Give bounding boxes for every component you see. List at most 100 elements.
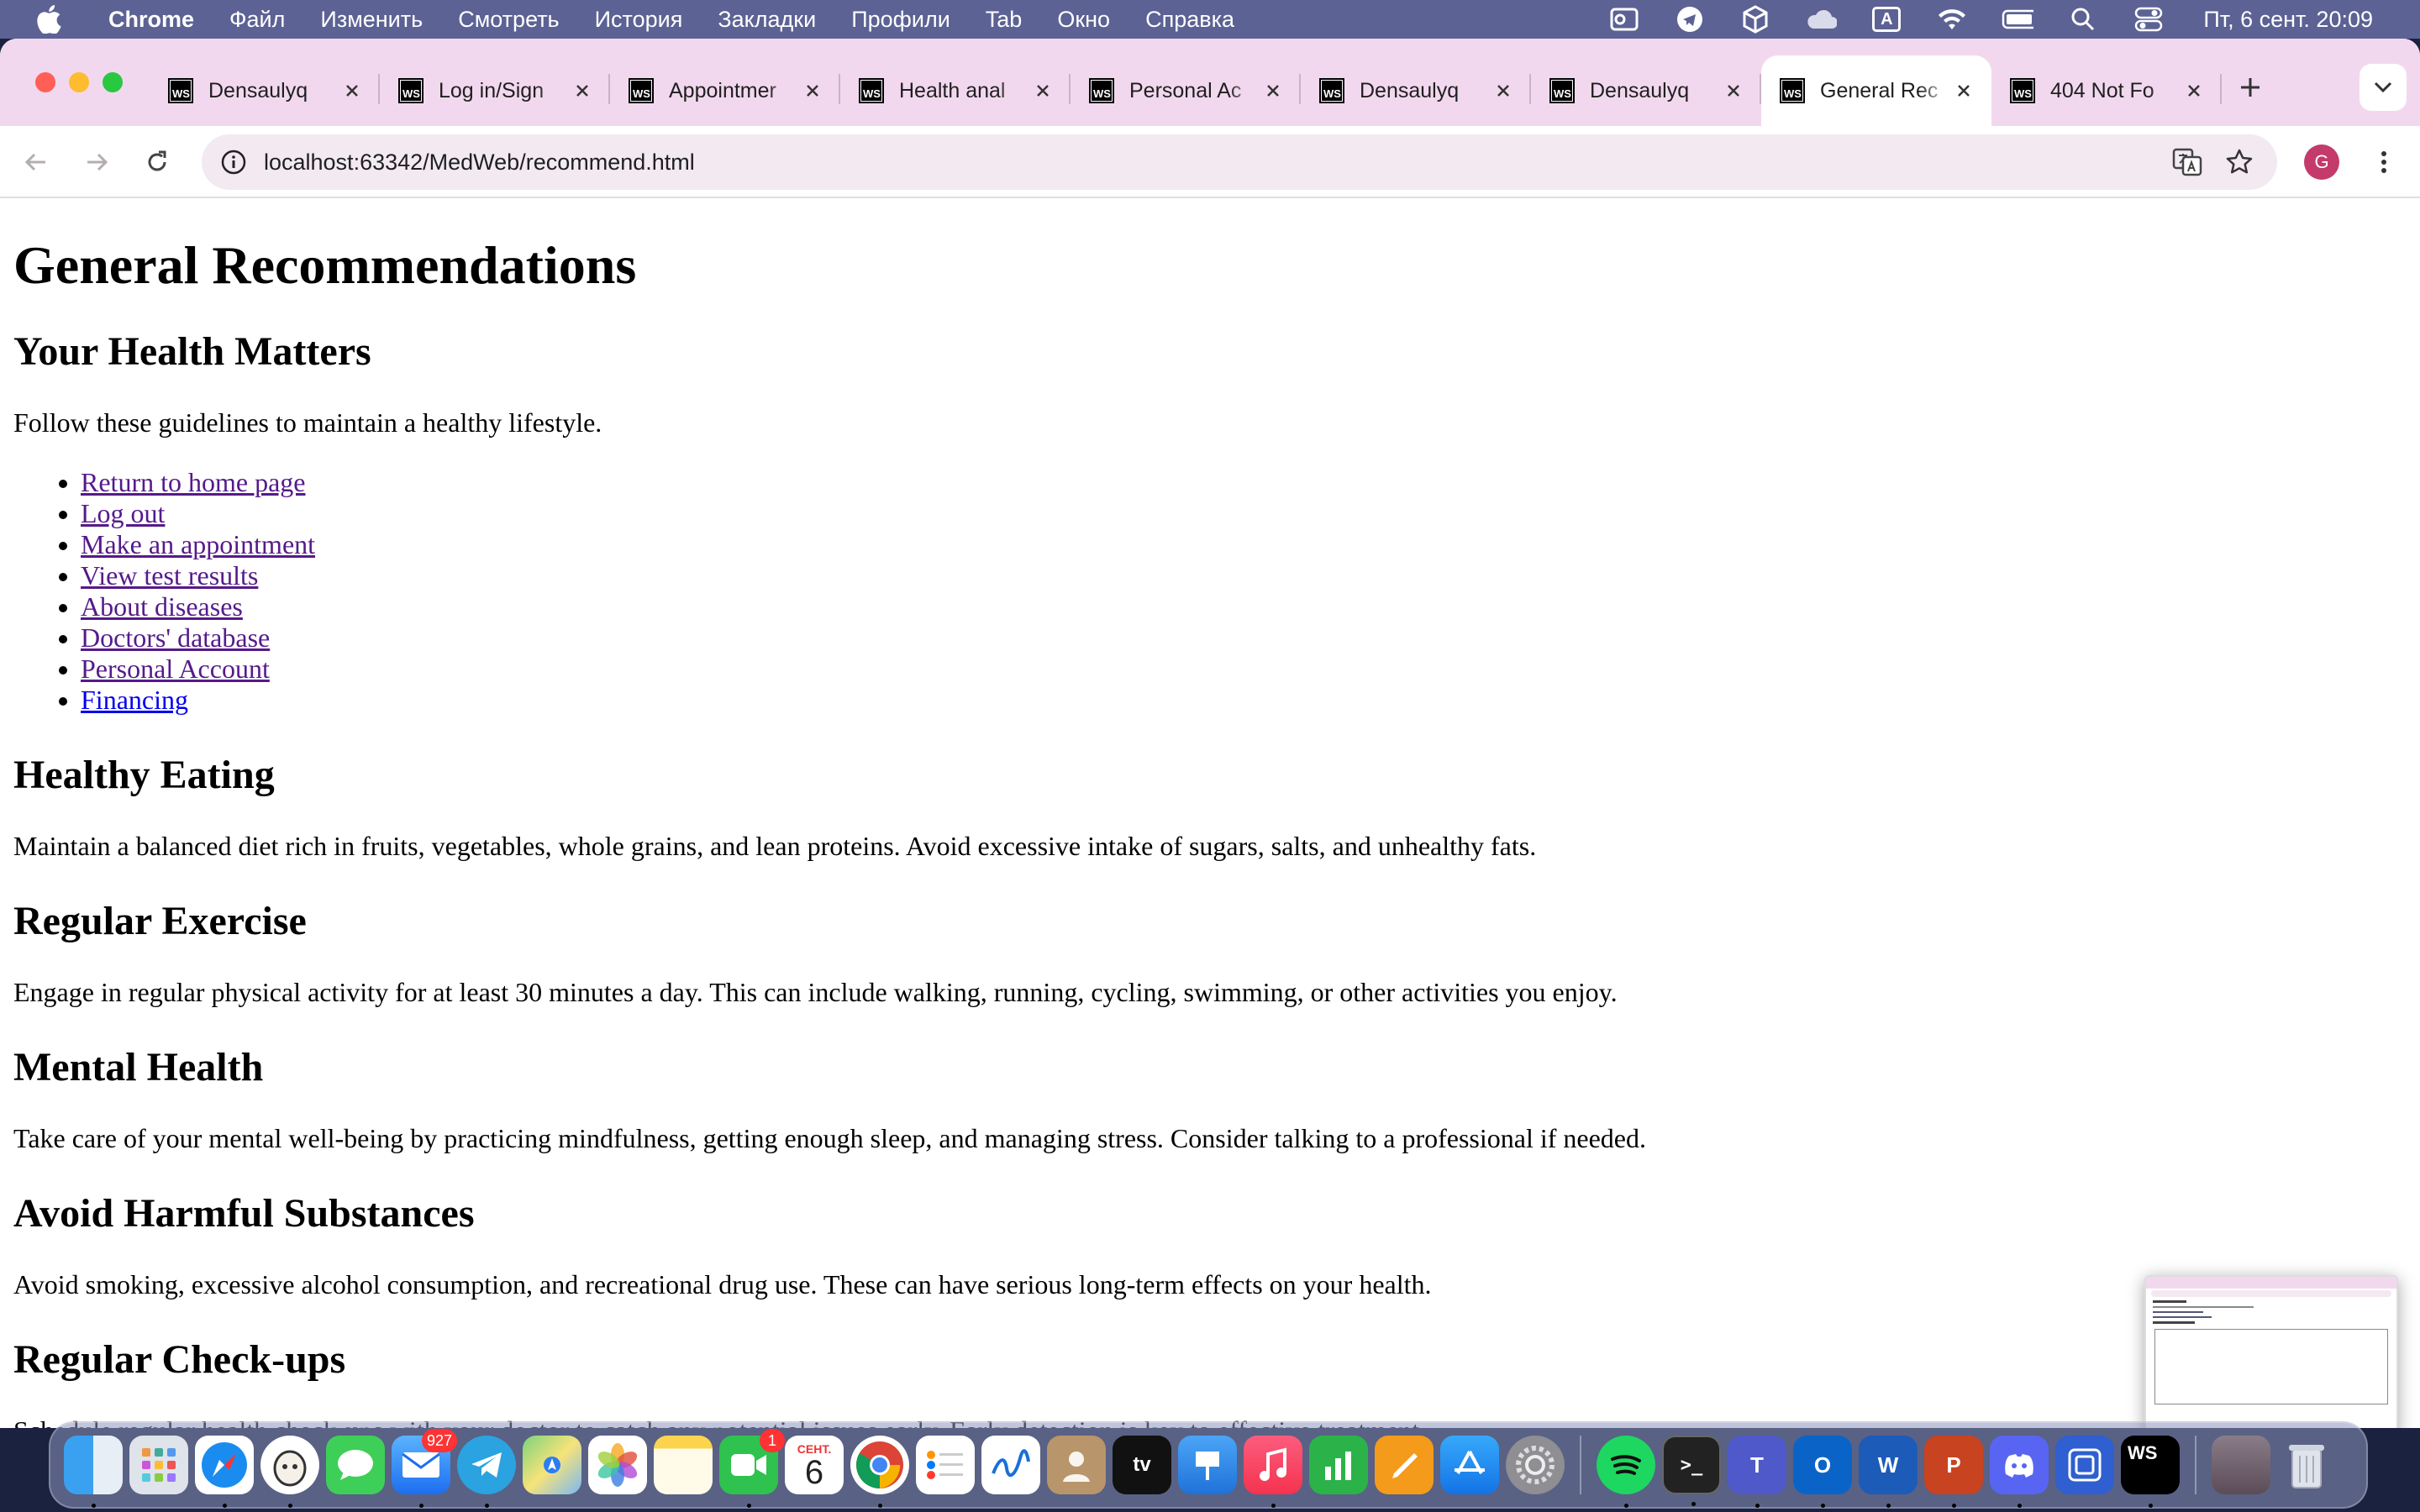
tab-close-icon[interactable] [1030,78,1055,103]
finder-icon[interactable] [64,1436,123,1508]
menu-clock[interactable]: Пт, 6 сент. 20:09 [2203,7,2373,33]
webstorm-favicon-icon: WS [1780,78,1805,103]
menu-view[interactable]: Смотреть [440,0,576,39]
nav-link[interactable]: Doctors' database [81,622,270,653]
browser-tab[interactable]: WS Log in/Sign [380,55,610,126]
telegram-status-icon[interactable] [1674,0,1706,39]
tab-close-icon[interactable] [339,78,365,103]
messages-icon[interactable] [326,1436,385,1494]
keynote-icon[interactable] [1178,1436,1237,1494]
calendar-icon[interactable]: СЕНТ. 6 [785,1436,844,1494]
back-button[interactable] [17,143,55,181]
translate-icon[interactable] [2170,144,2205,180]
spotlight-search-icon[interactable] [2067,0,2099,39]
menu-bookmarks[interactable]: Закладки [700,0,834,39]
music-icon[interactable] [1244,1436,1302,1508]
window-zoom-button[interactable] [103,72,123,92]
window-minimize-button[interactable] [69,72,89,92]
browser-tab[interactable]: WS Densaulyq [1531,55,1761,126]
browser-tab[interactable]: WS Health anal [840,55,1071,126]
downloads-stack-icon[interactable] [2212,1436,2270,1494]
mail-icon[interactable]: 927 [392,1429,457,1508]
reminders-icon[interactable] [916,1436,975,1494]
teams-icon[interactable]: T [1728,1436,1786,1508]
menu-edit[interactable]: Изменить [302,0,440,39]
address-bar[interactable]: localhost:63342/MedWeb/recommend.html [202,134,2277,190]
notes-icon[interactable] [654,1436,713,1494]
freeform-icon[interactable] [981,1436,1040,1494]
reload-button[interactable] [138,143,176,181]
terminal-icon[interactable]: >_ [1662,1436,1721,1506]
safari-icon[interactable] [195,1436,254,1508]
tab-close-icon[interactable] [1721,78,1746,103]
tab-close-icon[interactable] [570,78,595,103]
nav-link[interactable]: View test results [81,560,258,591]
tab-close-icon[interactable] [1951,78,1976,103]
wifi-icon[interactable] [1936,0,1968,39]
box-status-icon[interactable] [1739,0,1771,39]
tab-search-button[interactable] [2360,64,2407,111]
trash-icon[interactable] [2277,1436,2336,1494]
window-close-button[interactable] [35,72,55,92]
contacts-icon[interactable] [1047,1436,1106,1494]
menu-file[interactable]: Файл [212,0,302,39]
numbers-icon[interactable] [1309,1436,1368,1494]
battery-icon[interactable] [2002,0,2034,39]
tab-close-icon[interactable] [2181,78,2207,103]
nav-link[interactable]: Make an appointment [81,529,315,559]
powerpoint-icon[interactable]: P [1924,1436,1983,1508]
menu-app-name[interactable]: Chrome [91,0,212,39]
browser-tab[interactable]: WS Personal Ac [1071,55,1301,126]
menu-help[interactable]: Справка [1128,0,1252,39]
apple-tv-icon[interactable]: tv [1113,1436,1171,1494]
tab-close-icon[interactable] [800,78,825,103]
app-store-icon[interactable] [1440,1436,1499,1494]
maps-icon[interactable] [523,1436,581,1494]
menu-history[interactable]: История [577,0,701,39]
browser-tab[interactable]: WS Densaulyq [150,55,380,126]
system-settings-icon[interactable] [1506,1436,1565,1494]
nav-link[interactable]: Return to home page [81,467,305,497]
nav-list-item: Log out [81,498,2407,529]
browser-tab[interactable]: WS Appointmer [610,55,840,126]
url-text[interactable]: localhost:63342/MedWeb/recommend.html [264,134,695,190]
input-source-icon[interactable]: A [1870,0,1902,39]
browser-tab[interactable]: WS General Rec [1761,55,1991,126]
control-center-icon[interactable] [2133,0,2165,39]
chrome-icon[interactable] [850,1436,909,1508]
menu-window[interactable]: Окно [1039,0,1128,39]
photos-icon[interactable] [588,1436,647,1494]
site-info-icon[interactable] [213,142,254,182]
facetime-icon[interactable]: 1 [719,1429,785,1508]
browser-tab[interactable]: WS 404 Not Fo [1991,55,2222,126]
pages-icon[interactable] [1375,1436,1434,1494]
tab-close-icon[interactable] [1260,78,1286,103]
telegram-icon[interactable] [457,1436,516,1508]
screenshot-icon[interactable] [2055,1436,2114,1494]
browser-tab[interactable]: WS Densaulyq [1301,55,1531,126]
menu-tab[interactable]: Tab [968,0,1040,39]
tab-close-icon[interactable] [1491,78,1516,103]
webstorm-icon[interactable]: WS [2121,1436,2180,1508]
alpaca-app-icon[interactable] [260,1436,319,1508]
nav-link[interactable]: Financing [81,685,188,715]
profile-avatar[interactable]: G [2304,144,2339,180]
forward-button[interactable] [77,143,116,181]
launchpad-icon[interactable] [129,1436,188,1494]
outlook-status-icon[interactable] [1608,0,1640,39]
apple-menu-icon[interactable] [25,0,72,39]
nav-link[interactable]: Personal Account [81,654,270,684]
discord-icon[interactable] [1990,1436,2049,1508]
new-tab-button[interactable] [2232,69,2269,106]
nav-link[interactable]: About diseases [81,591,243,622]
bookmark-star-icon[interactable] [2222,144,2257,180]
word-icon[interactable]: W [1859,1436,1918,1508]
menu-profiles[interactable]: Профили [834,0,968,39]
nav-list-item: About diseases [81,591,2407,622]
more-options-icon[interactable] [2366,144,2402,180]
spotify-icon[interactable] [1597,1436,1655,1508]
outlook-icon[interactable]: O [1793,1436,1852,1508]
floating-screenshot-thumbnail[interactable] [2144,1275,2398,1428]
icloud-status-icon[interactable] [1805,0,1838,39]
nav-link[interactable]: Log out [81,498,165,528]
